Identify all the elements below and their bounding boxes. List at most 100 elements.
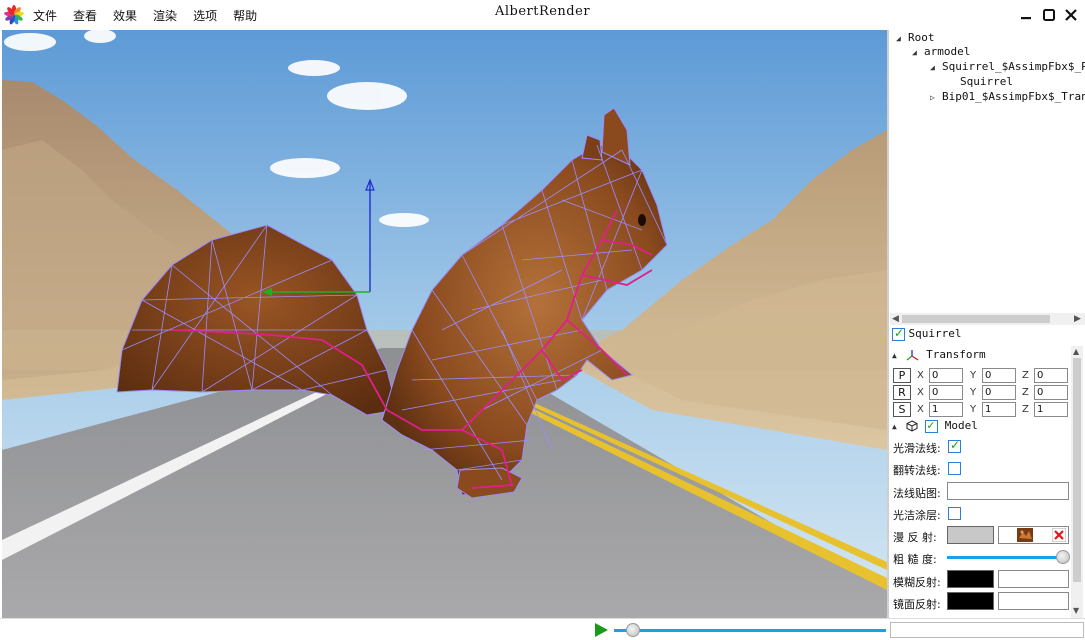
tree-node-label: armodel <box>924 45 971 58</box>
flip-normals-checkbox[interactable] <box>948 462 961 475</box>
diffuse-texture-slot[interactable] <box>998 526 1069 544</box>
maximize-icon[interactable] <box>1041 7 1057 23</box>
flip-normals-label: 翻转法线: <box>893 464 941 477</box>
scale-label[interactable]: S <box>893 402 911 417</box>
x-axis-label: X <box>917 387 924 398</box>
blur-reflect-color-swatch[interactable] <box>947 570 994 588</box>
collapse-icon[interactable]: ▷ <box>930 93 942 102</box>
diffuse-color-swatch[interactable] <box>947 526 994 544</box>
tree-node-squirrel-prerotation[interactable]: ◢Squirrel_$AssimpFbx$_PreR <box>930 60 1085 73</box>
rotation-label[interactable]: R <box>893 385 911 400</box>
x-axis-label: X <box>917 370 924 381</box>
normal-map-label: 法线贴图: <box>893 487 941 500</box>
specular-label: 镜面反射: <box>893 598 941 611</box>
position-z-field[interactable]: 0 <box>1034 368 1068 383</box>
scene-tree: ◢Root ◢armodel ◢Squirrel_$AssimpFbx$_Pre… <box>890 30 1085 313</box>
diffuse-label: 漫 反 射: <box>893 531 937 544</box>
y-axis-label: Y <box>970 370 977 381</box>
specular-texture-slot[interactable] <box>998 592 1069 610</box>
timeline-track[interactable] <box>614 629 886 632</box>
scale-z-field[interactable]: 1 <box>1034 402 1068 417</box>
scale-x-field[interactable]: 1 <box>929 402 963 417</box>
model-enabled-checkbox[interactable] <box>925 418 939 433</box>
status-field <box>890 622 1084 638</box>
object-name: Squirrel <box>908 327 962 340</box>
y-axis-label: Y <box>970 404 977 415</box>
object-visible-checkbox[interactable] <box>892 326 905 341</box>
scene-render[interactable] <box>2 30 887 618</box>
collapse-triangle-icon[interactable]: ▲ <box>892 351 897 360</box>
z-axis-label: Z <box>1022 370 1029 381</box>
close-icon[interactable] <box>1063 7 1079 23</box>
normal-map-field[interactable] <box>947 482 1069 500</box>
tree-node-squirrel[interactable]: Squirrel <box>960 75 1013 88</box>
minimize-icon[interactable] <box>1018 7 1034 23</box>
collapse-triangle-icon[interactable]: ▲ <box>892 422 897 431</box>
menu-options[interactable]: 选项 <box>193 7 217 24</box>
rotation-y-field[interactable]: 0 <box>982 385 1016 400</box>
scrollbar-thumb[interactable] <box>902 315 1050 323</box>
app-logo-icon <box>4 5 24 25</box>
roughness-label: 粗 糙 度: <box>893 553 937 566</box>
timeline-knob[interactable] <box>626 623 641 637</box>
model-title: Model <box>944 419 978 432</box>
menu-bar: 文件 查看 效果 渲染 选项 帮助 <box>33 7 273 24</box>
transform-title: Transform <box>926 348 986 361</box>
scroll-right-icon[interactable]: ▶ <box>1074 313 1081 325</box>
expand-icon[interactable]: ◢ <box>930 63 942 72</box>
expand-icon[interactable]: ◢ <box>896 34 908 43</box>
roughness-slider-track[interactable] <box>947 556 1069 559</box>
x-axis-label: X <box>917 404 924 415</box>
scale-y-field[interactable]: 1 <box>982 402 1016 417</box>
tree-node-label: Root <box>908 31 935 44</box>
render-viewport[interactable] <box>2 30 887 618</box>
properties-vertical-scrollbar[interactable]: ▲ ▼ <box>1071 346 1083 618</box>
clearcoat-checkbox[interactable] <box>948 507 961 520</box>
tree-node-armodel[interactable]: ◢ armodel <box>912 45 970 58</box>
object-header: Squirrel <box>892 326 962 341</box>
scroll-up-icon[interactable]: ▲ <box>1073 347 1079 356</box>
blur-reflect-label: 模糊反射: <box>893 576 941 589</box>
menu-effects[interactable]: 效果 <box>113 7 137 24</box>
squirrel-eye <box>638 214 646 226</box>
z-axis-label: Z <box>1022 404 1029 415</box>
clear-texture-icon[interactable] <box>1052 528 1066 542</box>
tree-node-bip01[interactable]: ▷Bip01_$AssimpFbx$_Transla <box>930 90 1085 103</box>
axes-icon <box>907 349 919 361</box>
expand-icon[interactable]: ◢ <box>912 48 924 57</box>
cube-icon <box>906 420 918 432</box>
panel-divider[interactable] <box>887 30 889 620</box>
position-y-field[interactable]: 0 <box>982 368 1016 383</box>
menu-view[interactable]: 查看 <box>73 7 97 24</box>
menu-help[interactable]: 帮助 <box>233 7 257 24</box>
smooth-normals-checkbox[interactable] <box>948 438 961 453</box>
position-x-field[interactable]: 0 <box>929 368 963 383</box>
title-bar: 文件 查看 效果 渲染 选项 帮助 AlbertRender <box>0 0 1085 30</box>
scroll-left-icon[interactable]: ◀ <box>892 313 899 325</box>
transform-section-header[interactable]: ▲ Transform <box>892 348 986 362</box>
clearcoat-label: 光洁涂层: <box>893 509 941 522</box>
tree-node-label: Bip01_$AssimpFbx$_Transla <box>942 90 1085 103</box>
specular-color-swatch[interactable] <box>947 592 994 610</box>
model-section-header[interactable]: ▲ Model <box>892 418 978 433</box>
rotation-z-field[interactable]: 0 <box>1034 385 1068 400</box>
play-icon[interactable] <box>593 622 609 638</box>
z-axis-label: Z <box>1022 387 1029 398</box>
blur-reflect-texture-slot[interactable] <box>998 570 1069 588</box>
roughness-slider-knob[interactable] <box>1055 550 1070 564</box>
position-label[interactable]: P <box>893 368 911 383</box>
tree-node-label: Squirrel <box>960 75 1013 88</box>
y-axis-label: Y <box>970 387 977 398</box>
tree-node-root[interactable]: ◢ Root <box>896 31 935 44</box>
tree-node-label: Squirrel_$AssimpFbx$_PreR <box>942 60 1085 73</box>
scrollbar-thumb[interactable] <box>1073 358 1081 582</box>
menu-render[interactable]: 渲染 <box>153 7 177 24</box>
playback-bar <box>0 618 1085 640</box>
properties-panel: Squirrel ▲ Transform P X 0 Y 0 Z 0 R X 0… <box>890 325 1085 620</box>
menu-file[interactable]: 文件 <box>33 7 57 24</box>
texture-thumbnail-icon <box>1017 528 1033 542</box>
smooth-normals-label: 光滑法线: <box>893 442 941 455</box>
rotation-x-field[interactable]: 0 <box>929 385 963 400</box>
tree-horizontal-scrollbar[interactable]: ◀ ▶ <box>890 313 1085 325</box>
scroll-down-icon[interactable]: ▼ <box>1073 606 1079 615</box>
